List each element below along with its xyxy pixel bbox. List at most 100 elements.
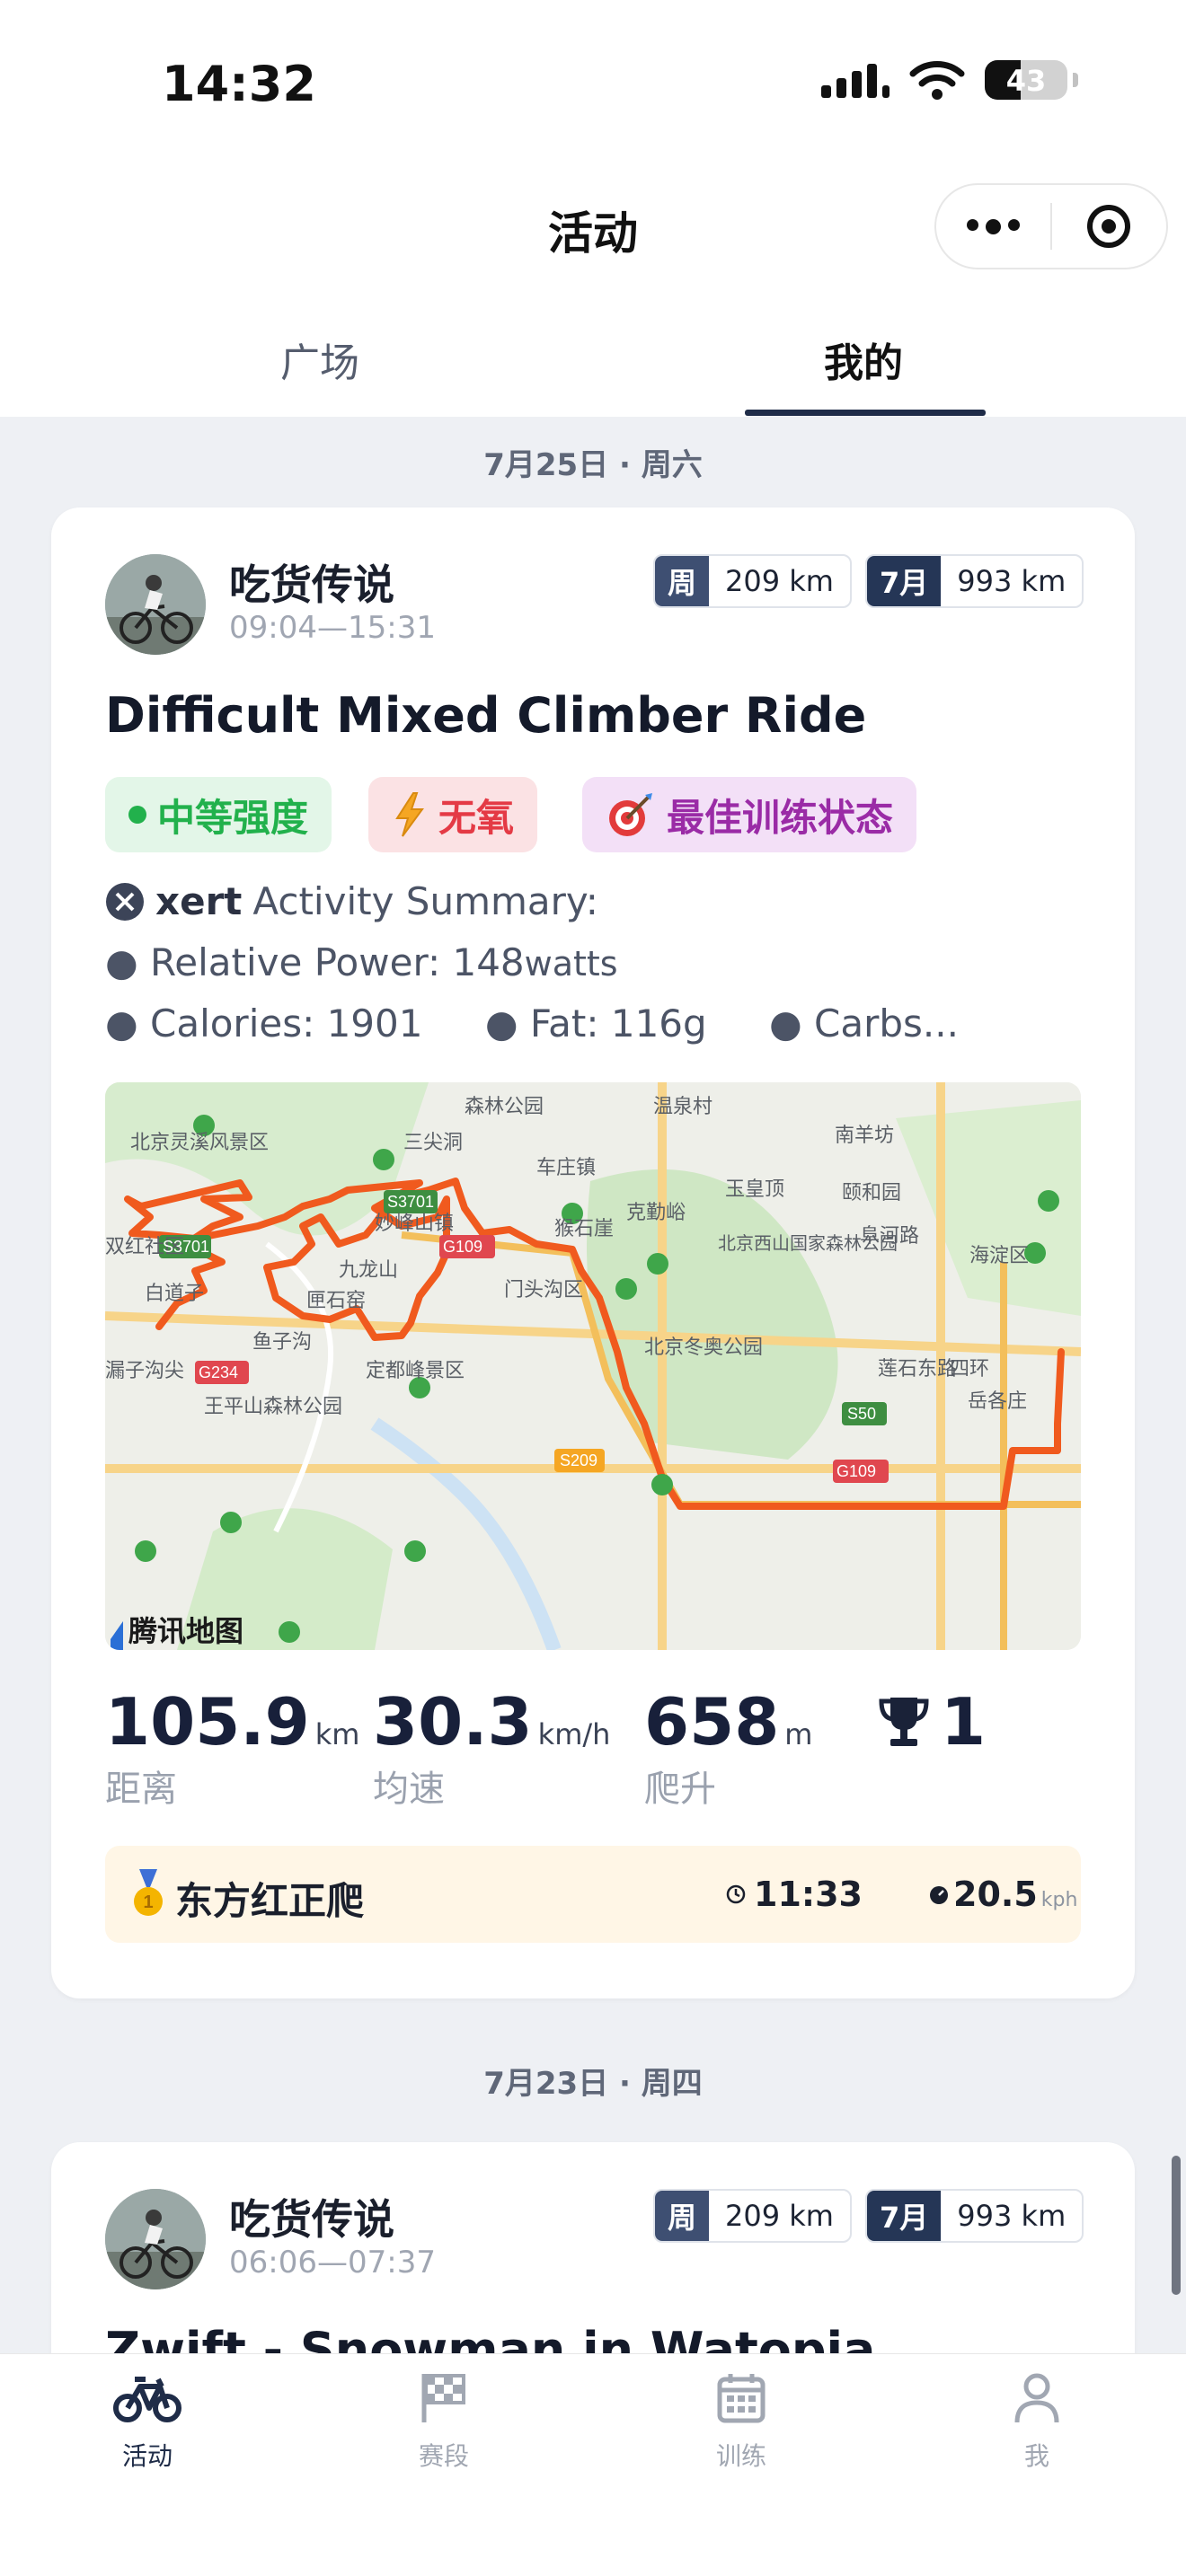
more-options-icon[interactable]	[936, 218, 1050, 234]
activity-time-range: 09:04—15:31	[229, 610, 436, 646]
anaerobic-tag: 无氧	[368, 777, 538, 852]
month-label: 7月	[867, 2191, 942, 2241]
segment-tabs: 广场 我的	[0, 305, 1186, 417]
bullet: ●	[105, 940, 150, 984]
activity-card[interactable]: 吃货传说 09:04—15:31 周 209 km 7月 993 km Diff…	[51, 507, 1135, 1998]
gold-medal-icon: 1	[134, 1869, 163, 1916]
nav-activity[interactable]: 活动	[75, 2370, 219, 2473]
status-bar: 14:32 43	[0, 0, 1186, 171]
tag-label: 无氧	[438, 795, 515, 840]
speed-unit: km/h	[537, 1717, 611, 1751]
wifi-icon	[909, 61, 965, 100]
map-place-label: 颐和园	[842, 1181, 901, 1204]
map-place-label: 岳各庄	[968, 1389, 1027, 1412]
nav-label: 我	[1023, 2441, 1049, 2471]
training-status-tag: 最佳训练状态	[582, 777, 917, 852]
map-place-label: 南羊坊	[835, 1124, 894, 1146]
tag-label: 最佳训练状态	[667, 795, 894, 840]
week-distance: 209 km	[725, 2199, 834, 2233]
nav-header: 活动	[0, 171, 1186, 305]
segment-name: 东方红正爬	[175, 1879, 365, 1923]
nutrition-line: ● Calories: 1901 ● Fat: 116g ● Carbs...	[105, 1001, 959, 1045]
map-place-label: 鱼子沟	[252, 1330, 312, 1353]
road-number-label: S3701	[163, 1238, 209, 1256]
tab-mine[interactable]: 我的	[824, 331, 903, 388]
map-place-label: 王平山森林公园	[204, 1395, 342, 1417]
nav-me[interactable]: 我	[965, 2370, 1109, 2473]
map-place-label: 匣石窑	[306, 1289, 366, 1311]
green-dot-icon	[128, 806, 146, 824]
distance-unit: km	[314, 1717, 360, 1751]
avatar[interactable]	[105, 2189, 206, 2289]
nav-segments[interactable]: 赛段	[372, 2370, 516, 2473]
speed-stat: 30.3 km/h 均速	[373, 1684, 610, 1812]
battery-cap	[1073, 73, 1078, 87]
cellular-signal-icon	[821, 62, 890, 98]
person-icon	[1014, 2373, 1059, 2423]
map-place-label: 北京冬奥公园	[644, 1336, 763, 1358]
bottom-tab-bar: 活动 赛段 训练 我	[0, 2353, 1186, 2576]
status-icons: 43	[821, 59, 1078, 101]
week-distance: 209 km	[725, 564, 834, 598]
elevation-stat: 658 m 爬升	[644, 1684, 812, 1812]
map-place-label: 克勤峪	[626, 1201, 686, 1223]
week-label: 周	[655, 556, 710, 606]
tencent-map-logo: 腾讯地图	[111, 1615, 243, 1650]
elevation-label: 爬升	[644, 1769, 716, 1810]
activity-stats: 105.9 km 距离 30.3 km/h 均速 658 m 爬升 1	[105, 1684, 1081, 1810]
map-place-label: 海淀区	[969, 1244, 1029, 1266]
xert-summary-heading: xert Activity Summary:	[105, 879, 598, 923]
map-place-label: 漏子沟尖	[105, 1359, 184, 1381]
nav-label: 赛段	[418, 2441, 469, 2471]
elevation-value: 658	[644, 1684, 780, 1760]
route-map[interactable]: 森林公园 温泉村 北京灵溪风景区 三尖洞 南羊坊 车庄镇 玉皇顶 颐和园 克勤峪 猴石崖 北京西山国…	[105, 1082, 1081, 1650]
relative-power-unit: watts	[524, 944, 618, 984]
trophy-count: 1	[941, 1684, 987, 1760]
trophy-stat: 1	[878, 1684, 986, 1760]
bullet: ●	[769, 1001, 815, 1045]
tab-plaza[interactable]: 广场	[280, 331, 359, 388]
trophy-icon	[879, 1698, 929, 1746]
nav-training[interactable]: 训练	[669, 2370, 813, 2473]
map-place-label: 阜河路	[860, 1224, 919, 1247]
month-distance-badge: 7月 993 km	[865, 2189, 1084, 2243]
bullet: ●	[484, 1001, 530, 1045]
speed-label: 均速	[373, 1769, 445, 1810]
week-distance-badge: 周 209 km	[653, 2189, 852, 2243]
week-label: 周	[655, 2191, 710, 2241]
map-place-label: 玉皇顶	[725, 1178, 784, 1200]
road-number-label: G109	[443, 1238, 482, 1256]
month-distance-badge: 7月 993 km	[865, 554, 1084, 608]
month-distance: 993 km	[957, 564, 1067, 598]
segment-time: 11:33	[725, 1875, 863, 1914]
calories: Calories: 1901	[150, 1001, 423, 1045]
map-place-label: 白道子	[145, 1282, 204, 1304]
relative-power: Relative Power: 148	[150, 940, 525, 984]
date-header: 7月25日 · 周六	[483, 447, 703, 483]
tag-label: 中等强度	[157, 795, 309, 840]
week-distance-badge: 周 209 km	[653, 554, 852, 608]
map-place-label: 妙峰山镇	[375, 1212, 454, 1234]
map-place-label: 莲石东路	[878, 1357, 957, 1380]
month-distance: 993 km	[957, 2199, 1067, 2233]
elevation-unit: m	[784, 1717, 813, 1751]
map-place-label: 三尖洞	[403, 1131, 463, 1153]
carbs: Carbs...	[814, 1001, 959, 1045]
map-attribution: 腾讯地图	[128, 1615, 243, 1647]
road-number-label: S209	[560, 1451, 597, 1469]
activity-title[interactable]: Difficult Mixed Climber Ride	[105, 687, 866, 744]
map-place-label: 北京灵溪风景区	[130, 1131, 269, 1153]
activity-time-range: 06:06—07:37	[229, 2245, 436, 2280]
date-header: 7月23日 · 周四	[483, 2066, 703, 2102]
road-number-label: G234	[199, 1363, 238, 1381]
map-place-label: 猴石崖	[554, 1217, 614, 1239]
clock-icon	[726, 1884, 746, 1904]
xert-brand: xert	[155, 879, 243, 923]
segment-effort-row[interactable]: 1 东方红正爬 11:33 20.5 kph	[105, 1846, 1081, 1943]
intensity-tag: 中等强度	[105, 777, 332, 852]
tab-active-indicator	[745, 410, 986, 416]
avatar[interactable]	[105, 554, 206, 655]
scrollbar[interactable]	[1172, 2156, 1181, 2295]
close-mini-program-icon[interactable]	[1052, 205, 1166, 248]
segment-time-value: 11:33	[754, 1875, 863, 1914]
